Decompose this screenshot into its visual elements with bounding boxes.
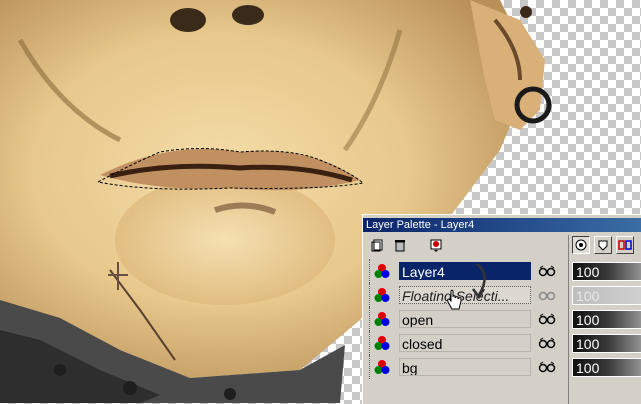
palette-title-bar[interactable]: Layer Palette - Layer4 — [363, 218, 641, 232]
new-layer-icon — [371, 239, 383, 252]
opacity-bar-open[interactable]: 100 — [572, 310, 641, 329]
mask-mode-button[interactable] — [594, 236, 612, 254]
layer-type-icon — [374, 336, 390, 350]
layer-row-bg[interactable]: bg — [363, 355, 568, 379]
mask-icon — [430, 239, 442, 252]
opacity-value: 100 — [576, 288, 600, 304]
layer-visibility-icon[interactable] — [538, 289, 556, 301]
layer-palette: Layer Palette - Layer4 Layer4 Floating S… — [362, 214, 641, 404]
layer-name[interactable]: bg — [399, 358, 531, 376]
transparency-lock-icon — [575, 239, 587, 251]
layer-tree-line — [369, 283, 372, 307]
opacity-bar-closed[interactable]: 100 — [572, 334, 641, 353]
hand-cursor-icon — [447, 289, 462, 310]
layer-tree-line — [369, 307, 372, 331]
mask-button[interactable] — [427, 236, 445, 254]
layer-properties-pane: 100 100 100 100 100 — [568, 235, 641, 404]
opacity-value: 100 — [576, 264, 600, 280]
new-layer-button[interactable] — [369, 236, 387, 254]
layer-type-icon — [374, 288, 390, 302]
layer-tree-line — [369, 355, 372, 379]
opacity-mode-button[interactable] — [572, 236, 590, 254]
layer-visibility-icon[interactable] — [538, 313, 556, 325]
layer-tree-line — [369, 259, 372, 283]
drag-arrow-icon — [472, 263, 486, 300]
layer-type-icon — [374, 360, 390, 374]
layer-name[interactable]: open — [399, 310, 531, 328]
palette-title: Layer Palette - Layer4 — [366, 219, 475, 231]
layer-type-icon — [618, 240, 632, 250]
delete-layer-icon — [395, 240, 405, 252]
layer-visibility-icon[interactable] — [538, 361, 556, 373]
opacity-value: 100 — [576, 360, 600, 376]
opacity-bar-layer4[interactable]: 100 — [572, 262, 641, 281]
layer-type-icon — [374, 312, 390, 326]
layer-name[interactable]: closed — [399, 334, 531, 352]
layer-type-icon — [374, 264, 390, 278]
layer-visibility-icon[interactable] — [538, 337, 556, 349]
opacity-bar-bg[interactable]: 100 — [572, 358, 641, 377]
delete-layer-button[interactable] — [391, 236, 409, 254]
blend-mode-button[interactable] — [616, 236, 634, 254]
opacity-bar-floating[interactable]: 100 — [572, 286, 641, 305]
opacity-value: 100 — [576, 336, 600, 352]
layer-visibility-icon[interactable] — [538, 265, 556, 277]
layer-row-open[interactable]: open — [363, 307, 568, 331]
layer-tree-line — [369, 331, 372, 355]
mask-icon — [598, 240, 608, 251]
layer-row-closed[interactable]: closed — [363, 331, 568, 355]
opacity-value: 100 — [576, 312, 600, 328]
